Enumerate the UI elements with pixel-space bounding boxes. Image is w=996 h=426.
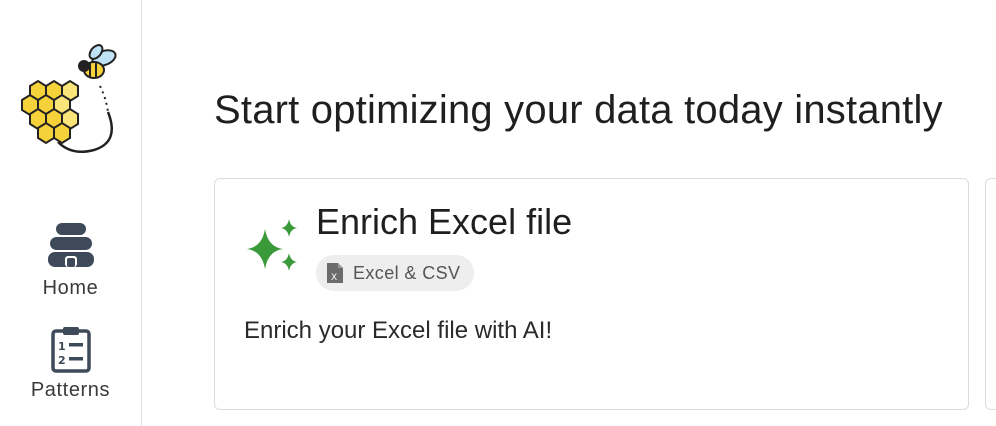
page-title: Start optimizing your data today instant… [214, 88, 943, 132]
sidebar-item-label: Home [42, 277, 99, 299]
bee-honeycomb-logo[interactable] [8, 38, 122, 156]
sidebar-item-label: Patterns [30, 379, 111, 401]
sidebar-item-home[interactable]: Home [0, 219, 141, 300]
svg-text:2: 2 [58, 354, 66, 367]
enrich-excel-card[interactable]: Enrich Excel file X Excel & CSV Enrich y… [214, 178, 969, 410]
sparkle-icon [247, 219, 297, 271]
svg-text:1: 1 [58, 340, 66, 353]
clipboard-list-icon: 1 2 [50, 327, 91, 373]
sidebar-item-patterns[interactable]: 1 2 Patterns [0, 325, 141, 402]
beehive-icon [47, 223, 94, 267]
card-description: Enrich your Excel file with AI! [244, 317, 553, 344]
excel-file-icon: X [327, 263, 343, 283]
format-tag: X Excel & CSV [316, 255, 475, 291]
format-tag-label: Excel & CSV [353, 262, 461, 283]
svg-text:X: X [331, 273, 337, 283]
card-title: Enrich Excel file [316, 201, 573, 242]
sidebar: Home 1 2 Patterns [0, 0, 142, 426]
next-card-edge[interactable] [985, 178, 996, 410]
